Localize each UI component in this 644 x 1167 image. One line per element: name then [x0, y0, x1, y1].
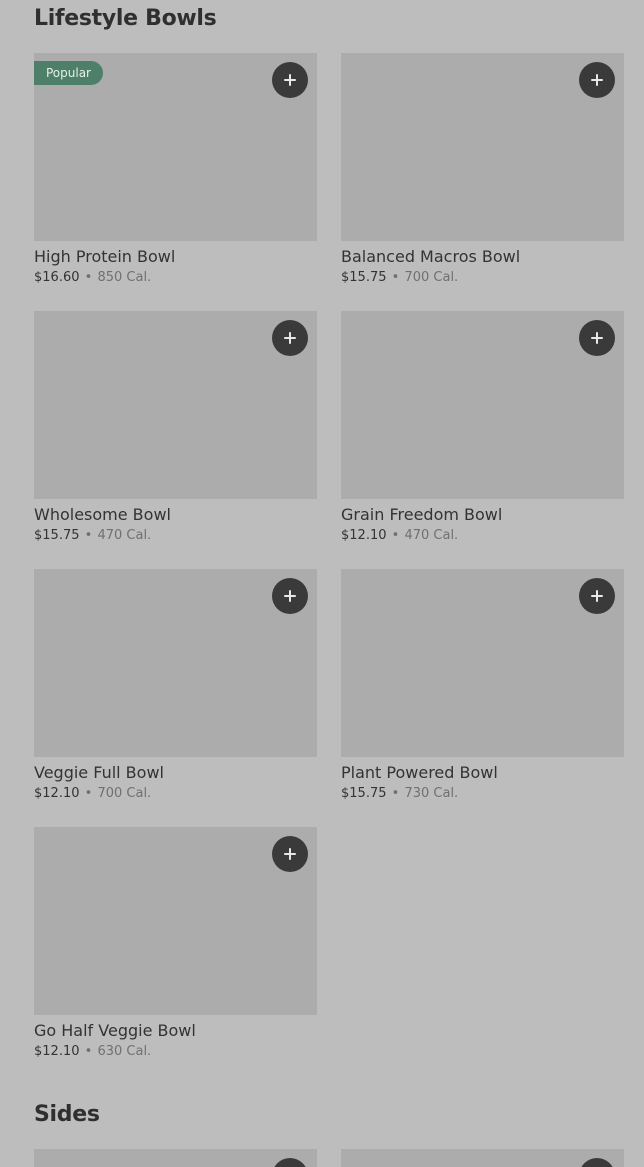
meta-separator: • — [391, 270, 400, 285]
item-meta: $16.60 • 850 Cal. — [34, 270, 317, 285]
menu-item-card[interactable]: Balanced Macros Bowl $15.75 • 700 Cal. — [341, 53, 624, 285]
item-meta: $12.10 • 630 Cal. — [34, 1044, 317, 1059]
section-title-sides: Sides — [34, 1102, 100, 1127]
meta-separator: • — [391, 786, 400, 801]
meta-separator: • — [84, 1044, 93, 1059]
add-item-button[interactable] — [579, 62, 615, 98]
item-price: $16.60 — [34, 270, 80, 285]
section-title-lifestyle-bowls: Lifestyle Bowls — [34, 6, 217, 31]
item-name: Plant Powered Bowl — [341, 763, 498, 782]
menu-item-card[interactable]: Go Half Veggie Bowl $12.10 • 630 Cal. — [34, 827, 317, 1059]
menu-item-card[interactable]: Grain Freedom Bowl $12.10 • 470 Cal. — [341, 311, 624, 543]
add-item-button[interactable] — [272, 62, 308, 98]
item-meta: $12.10 • 700 Cal. — [34, 786, 317, 801]
item-image-placeholder[interactable] — [34, 569, 317, 757]
item-price: $15.75 — [341, 270, 387, 285]
plus-icon — [284, 74, 296, 86]
item-name: Balanced Macros Bowl — [341, 247, 521, 266]
menu-item-card[interactable]: Veggie Full Bowl $12.10 • 700 Cal. — [34, 569, 317, 801]
item-calories: 470 Cal. — [97, 528, 152, 543]
item-name: Go Half Veggie Bowl — [34, 1021, 196, 1040]
plus-icon — [284, 848, 296, 860]
item-calories: 700 Cal. — [97, 786, 152, 801]
item-calories: 850 Cal. — [97, 270, 152, 285]
add-item-button[interactable] — [272, 320, 308, 356]
item-name: Veggie Full Bowl — [34, 763, 164, 782]
item-image-placeholder[interactable] — [341, 311, 624, 499]
item-name: Wholesome Bowl — [34, 505, 171, 524]
meta-separator: • — [84, 528, 93, 543]
add-item-button[interactable] — [272, 836, 308, 872]
item-meta: $12.10 • 470 Cal. — [341, 528, 624, 543]
item-calories: 730 Cal. — [404, 786, 459, 801]
add-item-button[interactable] — [272, 1158, 308, 1167]
meta-separator: • — [391, 528, 400, 543]
menu-item-card[interactable]: Popular High Protein Bowl $16.60 • 850 C… — [34, 53, 317, 285]
item-meta: $15.75 • 470 Cal. — [34, 528, 317, 543]
item-name: High Protein Bowl — [34, 247, 176, 266]
item-image-placeholder[interactable] — [34, 827, 317, 1015]
sides-item-card-partial[interactable] — [34, 1149, 317, 1167]
item-price: $12.10 — [34, 786, 80, 801]
item-image-placeholder[interactable]: Popular — [34, 53, 317, 241]
meta-separator: • — [84, 786, 93, 801]
menu-item-card[interactable]: Plant Powered Bowl $15.75 • 730 Cal. — [341, 569, 624, 801]
add-item-button[interactable] — [579, 578, 615, 614]
item-meta: $15.75 • 730 Cal. — [341, 786, 624, 801]
item-calories: 630 Cal. — [97, 1044, 152, 1059]
item-price: $15.75 — [34, 528, 80, 543]
item-calories: 470 Cal. — [404, 528, 459, 543]
sides-item-card-partial[interactable] — [341, 1149, 624, 1167]
add-item-button[interactable] — [272, 578, 308, 614]
plus-icon — [591, 332, 603, 344]
item-image-placeholder[interactable] — [341, 53, 624, 241]
add-item-button[interactable] — [579, 320, 615, 356]
plus-icon — [284, 332, 296, 344]
item-meta: $15.75 • 700 Cal. — [341, 270, 624, 285]
add-item-button[interactable] — [579, 1158, 615, 1167]
item-image-placeholder[interactable] — [341, 569, 624, 757]
item-price: $15.75 — [341, 786, 387, 801]
item-calories: 700 Cal. — [404, 270, 459, 285]
popular-badge: Popular — [34, 61, 103, 85]
menu-item-card[interactable]: Wholesome Bowl $15.75 • 470 Cal. — [34, 311, 317, 543]
plus-icon — [284, 590, 296, 602]
plus-icon — [591, 590, 603, 602]
item-image-placeholder[interactable] — [34, 311, 317, 499]
item-name: Grain Freedom Bowl — [341, 505, 503, 524]
plus-icon — [591, 74, 603, 86]
item-price: $12.10 — [341, 528, 387, 543]
meta-separator: • — [84, 270, 93, 285]
item-price: $12.10 — [34, 1044, 80, 1059]
